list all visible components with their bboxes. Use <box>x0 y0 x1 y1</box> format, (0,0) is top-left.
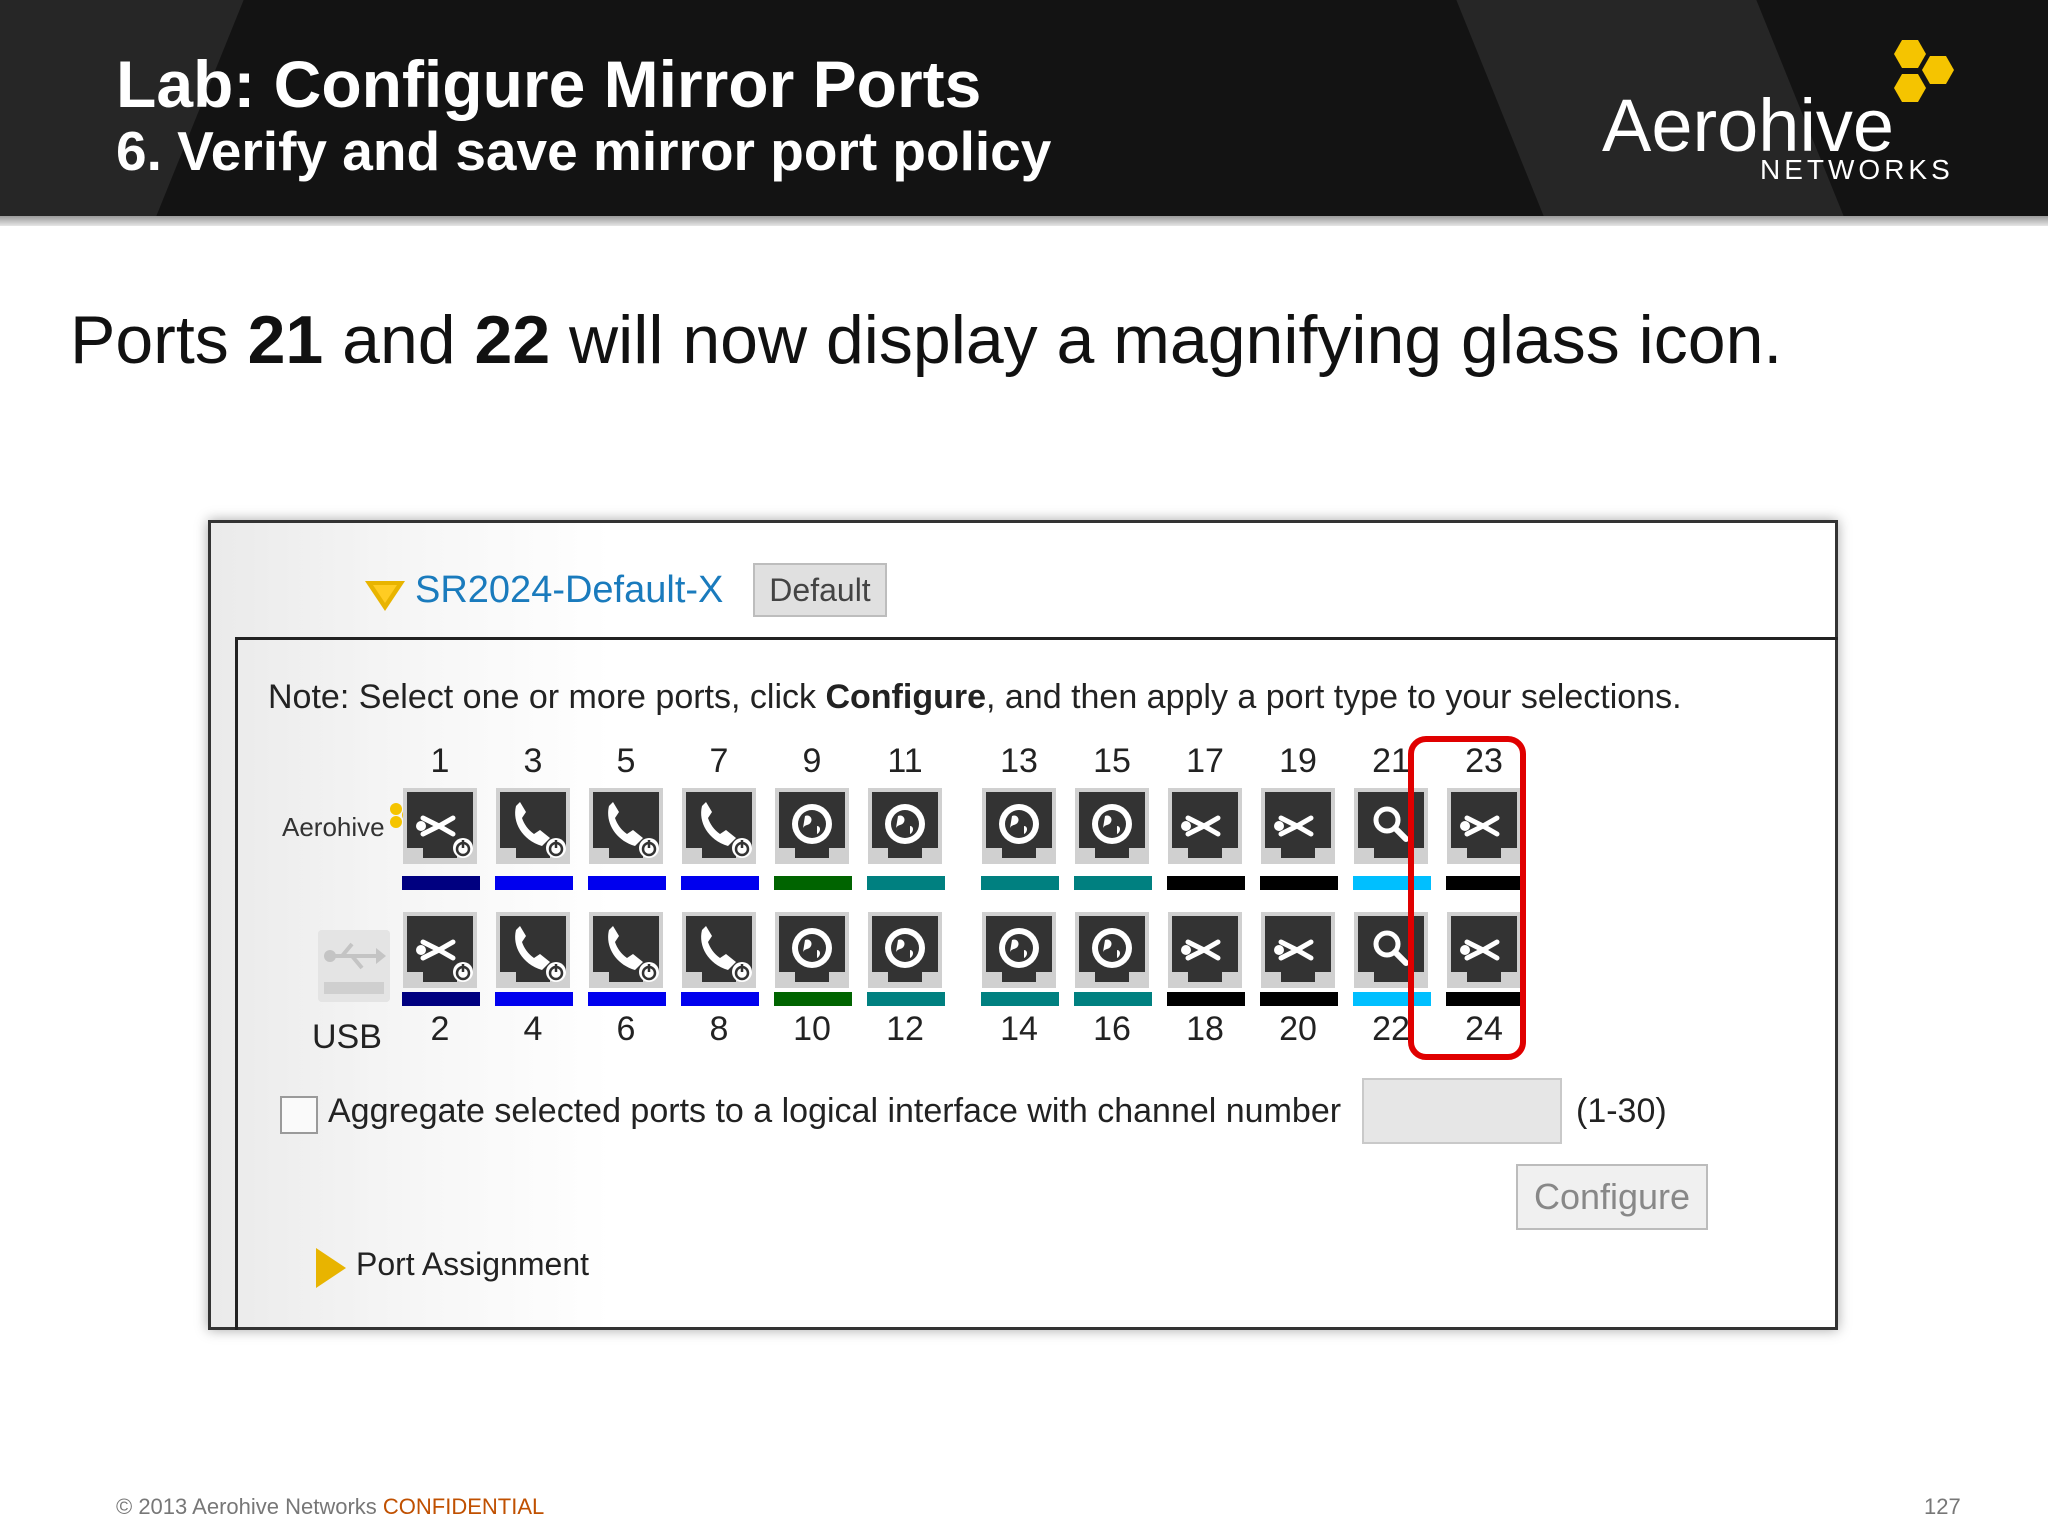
port-6-type-bar <box>588 992 666 1006</box>
port-number-19: 19 <box>1279 742 1317 780</box>
statement-text: will now display a magnifying glass icon… <box>550 302 1783 378</box>
port-config-screenshot: SR2024-Default-X Default Note: Select on… <box>208 520 1838 1330</box>
header-divider <box>0 216 2048 226</box>
slide: Lab: Configure Mirror Ports 6. Verify an… <box>0 0 2048 1536</box>
port-number-14: 14 <box>1000 1010 1038 1048</box>
port-7-type-bar <box>681 876 759 890</box>
port-number-18: 18 <box>1186 1010 1224 1048</box>
port-18-type-bar <box>1167 992 1245 1006</box>
port-number-4: 4 <box>523 1010 543 1048</box>
port-number-2: 2 <box>430 1010 450 1048</box>
port-4-type-bar <box>495 992 573 1006</box>
collapse-triangle-icon[interactable] <box>365 581 405 611</box>
port-11-wan-icon[interactable] <box>868 788 942 864</box>
statement-port-21: 21 <box>247 302 324 378</box>
port-15-type-bar <box>1074 876 1152 890</box>
configure-button[interactable]: Configure <box>1516 1164 1708 1230</box>
port-number-13: 13 <box>1000 742 1038 780</box>
main-statement: Ports 21 and 22 will now display a magni… <box>70 300 1782 380</box>
device-logo-text: Aerohive <box>282 812 385 842</box>
default-button[interactable]: Default <box>753 563 887 617</box>
port-19-access-icon[interactable] <box>1261 788 1335 864</box>
device-logo: Aerohive <box>282 802 422 852</box>
usb-label: USB <box>312 1018 382 1056</box>
port-13-type-bar <box>981 876 1059 890</box>
port-number-12: 12 <box>886 1010 924 1048</box>
note-text: Note: Select one or more ports, click <box>268 678 826 716</box>
port-number-17: 17 <box>1186 742 1224 780</box>
port-2-type-bar <box>402 992 480 1006</box>
port-5-type-bar <box>588 876 666 890</box>
port-14-type-bar <box>981 992 1059 1006</box>
port-9-type-bar <box>774 876 852 890</box>
port-profile-name[interactable]: SR2024-Default-X <box>415 569 723 612</box>
expand-triangle-icon[interactable] <box>316 1248 346 1288</box>
confidential-label: CONFIDENTIAL <box>382 1494 545 1519</box>
header-bar: Lab: Configure Mirror Ports 6. Verify an… <box>0 0 2048 216</box>
statement-port-22: 22 <box>474 302 551 378</box>
port-10-wan-icon[interactable] <box>775 912 849 988</box>
aerohive-logo: Aerohive NETWORKS <box>1590 36 1970 196</box>
port-number-3: 3 <box>523 742 543 780</box>
note-bold: Configure <box>825 678 986 716</box>
aggregate-label: Aggregate selected ports to a logical in… <box>328 1092 1342 1130</box>
mirror-ports-highlight <box>1408 736 1526 1060</box>
port-1-type-bar <box>402 876 480 890</box>
port-16-wan-icon[interactable] <box>1075 912 1149 988</box>
port-20-type-bar <box>1260 992 1338 1006</box>
port-9-wan-icon[interactable] <box>775 788 849 864</box>
port-16-type-bar <box>1074 992 1152 1006</box>
port-3-phone-icon[interactable] <box>496 788 570 864</box>
port-17-type-bar <box>1167 876 1245 890</box>
port-number-15: 15 <box>1093 742 1131 780</box>
slide-subtitle: 6. Verify and save mirror port policy <box>116 120 1052 182</box>
port-number-16: 16 <box>1093 1010 1131 1048</box>
port-7-phone-icon[interactable] <box>682 788 756 864</box>
slide-title: Lab: Configure Mirror Ports <box>116 47 982 121</box>
statement-text: and <box>323 302 475 378</box>
port-13-wan-icon[interactable] <box>982 788 1056 864</box>
page-number: 127 <box>1924 1494 1961 1519</box>
port-8-phone-icon[interactable] <box>682 912 756 988</box>
port-4-phone-icon[interactable] <box>496 912 570 988</box>
port-number-7: 7 <box>709 742 729 780</box>
port-17-access-icon[interactable] <box>1168 788 1242 864</box>
port-19-type-bar <box>1260 876 1338 890</box>
statement-text: Ports <box>70 302 248 378</box>
port-14-wan-icon[interactable] <box>982 912 1056 988</box>
port-number-9: 9 <box>802 742 822 780</box>
port-panel: Note: Select one or more ports, click Co… <box>235 637 1838 1330</box>
port-3-type-bar <box>495 876 573 890</box>
port-assignment-link[interactable]: Port Assignment <box>356 1246 589 1283</box>
port-20-access-icon[interactable] <box>1261 912 1335 988</box>
port-2-access-icon[interactable] <box>403 912 477 988</box>
usb-icon[interactable] <box>318 930 390 1002</box>
copyright-text: © 2013 Aerohive Networks <box>116 1494 383 1519</box>
port-10-type-bar <box>774 992 852 1006</box>
port-number-6: 6 <box>616 1010 636 1048</box>
aggregate-checkbox[interactable] <box>280 1096 318 1134</box>
port-1-access-icon[interactable] <box>403 788 477 864</box>
port-5-phone-icon[interactable] <box>589 788 663 864</box>
port-15-wan-icon[interactable] <box>1075 788 1149 864</box>
port-number-8: 8 <box>709 1010 729 1048</box>
port-number-5: 5 <box>616 742 636 780</box>
instruction-note: Note: Select one or more ports, click Co… <box>268 678 1682 717</box>
port-11-type-bar <box>867 876 945 890</box>
port-number-11: 11 <box>887 742 923 780</box>
port-number-1: 1 <box>430 742 450 780</box>
logo-subtext: NETWORKS <box>1760 154 1954 185</box>
channel-number-input[interactable] <box>1362 1078 1562 1144</box>
port-18-access-icon[interactable] <box>1168 912 1242 988</box>
port-12-wan-icon[interactable] <box>868 912 942 988</box>
port-number-20: 20 <box>1279 1010 1317 1048</box>
port-8-type-bar <box>681 992 759 1006</box>
port-6-phone-icon[interactable] <box>589 912 663 988</box>
footer-copyright: © 2013 Aerohive Networks CONFIDENTIAL <box>116 1494 544 1520</box>
channel-range-label: (1-30) <box>1576 1092 1667 1130</box>
port-12-type-bar <box>867 992 945 1006</box>
note-text: , and then apply a port type to your sel… <box>986 678 1682 716</box>
port-number-10: 10 <box>793 1010 831 1048</box>
